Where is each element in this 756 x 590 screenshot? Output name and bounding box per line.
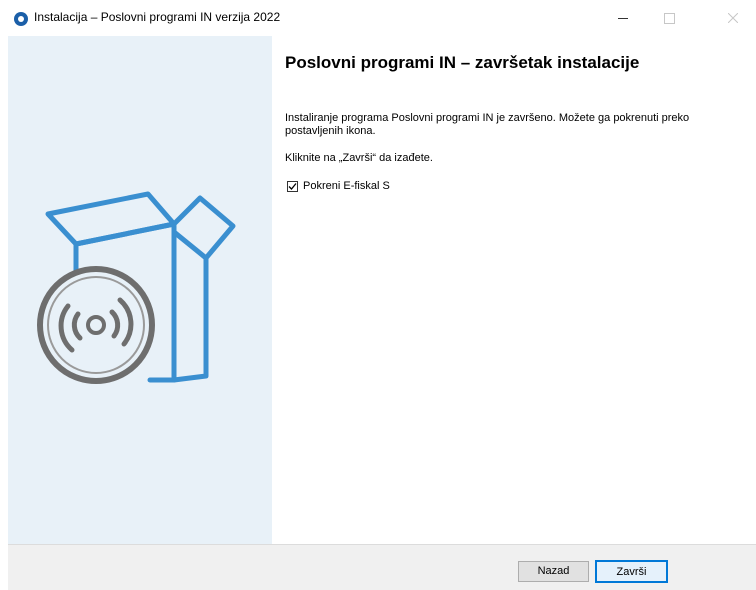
launch-checkbox-label[interactable]: Pokreni E-fiskal S bbox=[303, 180, 390, 192]
close-button[interactable] bbox=[710, 0, 756, 36]
close-icon bbox=[728, 13, 738, 23]
app-logo-icon bbox=[14, 12, 28, 26]
back-button[interactable]: Nazad bbox=[518, 561, 589, 582]
checkmark-icon bbox=[288, 182, 297, 190]
page-title: Poslovni programi IN – završetak instala… bbox=[285, 53, 640, 72]
maximize-icon bbox=[663, 12, 675, 24]
completion-message: Instaliranje programa Poslovni programi … bbox=[285, 112, 690, 137]
window-title: Instalacija – Poslovni programi IN verzi… bbox=[34, 10, 281, 24]
button-bar: Nazad Završi bbox=[8, 544, 756, 590]
finish-instruction: Kliknite na „Završi“ da izađete. bbox=[285, 152, 433, 164]
side-banner bbox=[8, 36, 272, 544]
minimize-button[interactable] bbox=[600, 0, 646, 36]
minimize-icon bbox=[618, 17, 628, 19]
content-area: Poslovni programi IN – završetak instala… bbox=[272, 36, 756, 544]
installer-window: Instalacija – Poslovni programi IN verzi… bbox=[0, 0, 756, 590]
maximize-button[interactable] bbox=[646, 0, 692, 36]
box-with-disc-icon bbox=[37, 191, 236, 384]
launch-checkbox[interactable] bbox=[287, 180, 298, 192]
launch-option[interactable]: Pokreni E-fiskal S bbox=[287, 180, 390, 192]
finish-button[interactable]: Završi bbox=[595, 560, 668, 583]
title-bar[interactable]: Instalacija – Poslovni programi IN verzi… bbox=[0, 0, 756, 36]
